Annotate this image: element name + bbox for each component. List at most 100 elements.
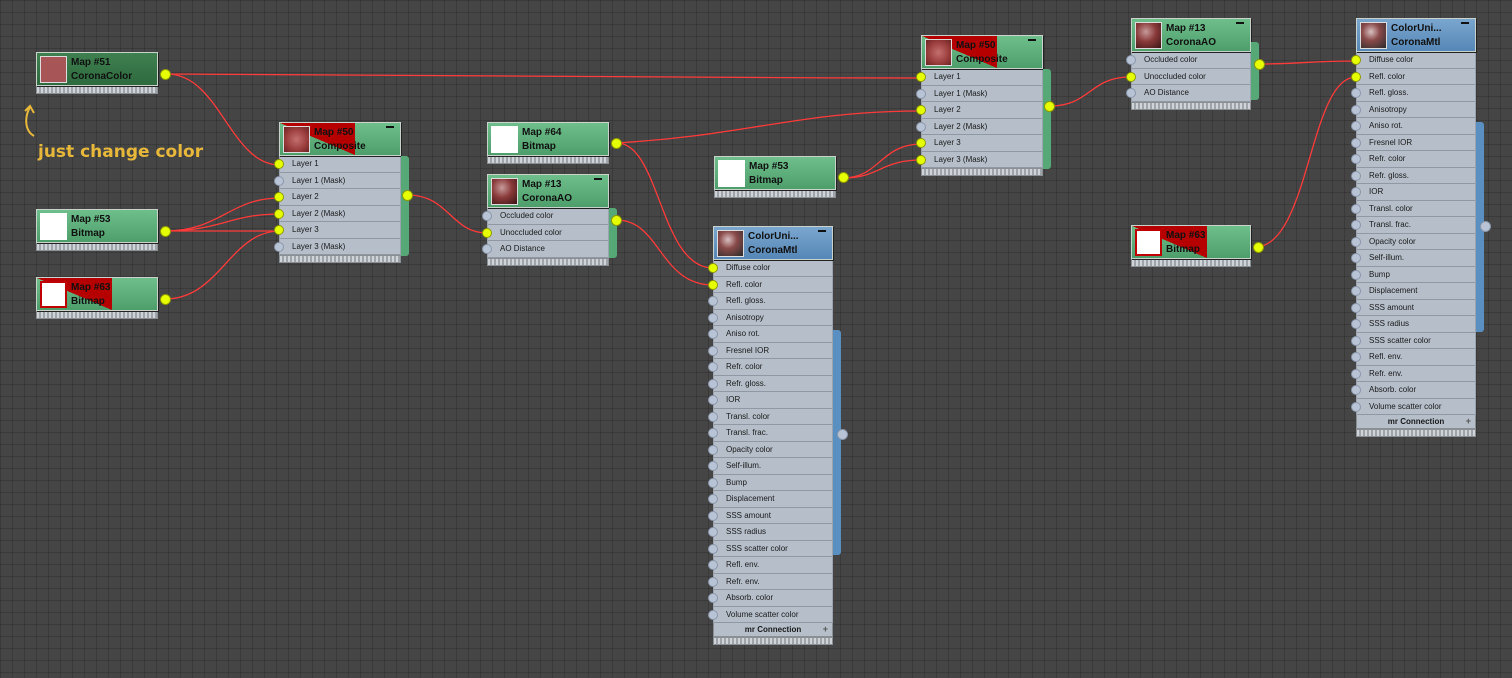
input-slot[interactable]: Absorb. color [1351,382,1475,399]
input-slot[interactable]: Absorb. color [708,590,832,607]
input-port[interactable] [708,428,718,438]
input-slot[interactable]: SSS scatter color [708,541,832,557]
input-slot[interactable]: SSS radius [708,524,832,541]
input-slot[interactable]: Transl. color [708,409,832,425]
input-slot[interactable]: Layer 3 [274,222,400,239]
input-port[interactable] [708,296,718,306]
input-slot[interactable]: IOR [1351,184,1475,201]
input-port[interactable] [1351,220,1361,230]
expand-plus-icon[interactable]: + [823,623,828,636]
input-slot[interactable]: Refl. gloss. [708,293,832,310]
input-slot[interactable]: Bump [708,475,832,491]
node-header[interactable]: Map #63 Bitmap [36,277,158,311]
node-header[interactable]: Map #63 Bitmap [1131,225,1251,259]
input-slot[interactable]: SSS amount [1351,300,1475,316]
input-port[interactable] [708,411,718,422]
input-slot[interactable]: Displacement [1351,283,1475,300]
output-port[interactable] [837,429,848,440]
input-slot[interactable]: Diffuse color [708,260,832,277]
input-port[interactable] [708,279,718,290]
input-slot[interactable]: Occluded color [1126,52,1250,69]
input-port[interactable] [1351,55,1361,65]
input-port[interactable] [1351,71,1361,82]
input-port[interactable] [482,227,492,238]
mr-connection-footer[interactable]: mr Connection + [1356,415,1476,429]
node-map50-composite[interactable]: Map #50 Composite Layer 1 Layer 1 (Mask)… [274,122,413,263]
output-port[interactable] [611,138,622,149]
node-map50-composite-2[interactable]: Map #50 Composite Layer 1 Layer 1 (Mask)… [916,35,1055,176]
input-slot[interactable]: Anisotropy [1351,102,1475,118]
input-slot[interactable]: Layer 3 (Mask) [274,239,400,255]
input-port[interactable] [708,362,718,372]
node-map64-bitmap[interactable]: Map #64 Bitmap [487,122,622,164]
input-slot[interactable]: Refl. env. [1351,349,1475,366]
input-slot[interactable]: Unoccluded color [1126,69,1250,85]
input-port[interactable] [708,329,718,339]
input-port[interactable] [1351,401,1361,412]
input-port[interactable] [274,208,284,219]
input-port[interactable] [708,543,718,554]
node-header[interactable]: Map #53 Bitmap [36,209,158,243]
input-port[interactable] [916,105,926,115]
input-slot[interactable]: Refr. color [708,359,832,376]
input-slot[interactable]: SSS amount [708,508,832,524]
input-port[interactable] [1351,104,1361,115]
input-slot[interactable]: Volume scatter color [1351,399,1475,415]
input-slot[interactable]: Layer 3 [916,135,1042,152]
input-port[interactable] [482,244,492,254]
input-port[interactable] [916,72,926,82]
input-port[interactable] [274,192,284,202]
input-port[interactable] [708,444,718,455]
output-port[interactable] [160,226,171,237]
input-slot[interactable]: Refl. color [708,277,832,293]
minimize-icon[interactable] [1461,22,1469,24]
input-slot[interactable]: AO Distance [482,241,608,258]
input-slot[interactable]: Diffuse color [1351,52,1475,69]
input-port[interactable] [708,609,718,620]
input-port[interactable] [274,225,284,235]
node-header[interactable]: Map #13 CoronaAO [487,174,609,208]
mr-connection-footer[interactable]: mr Connection + [713,623,833,637]
input-port[interactable] [1351,236,1361,247]
input-slot[interactable]: Layer 2 [274,189,400,206]
node-coronamtl[interactable]: ColorUni... CoronaMtl Diffuse color Refl… [708,226,848,645]
input-port[interactable] [708,461,718,471]
input-port[interactable] [1351,121,1361,131]
input-port[interactable] [1351,154,1361,164]
input-port[interactable] [916,138,926,148]
node-header[interactable]: ColorUni... CoronaMtl [1356,18,1476,52]
input-port[interactable] [274,159,284,169]
input-slot[interactable]: Displacement [708,491,832,508]
input-port[interactable] [1351,302,1361,313]
input-slot[interactable]: Volume scatter color [708,607,832,623]
input-port[interactable] [916,154,926,165]
input-slot[interactable]: Aniso rot. [708,326,832,343]
output-port[interactable] [1480,221,1491,232]
input-slot[interactable]: Layer 1 [916,69,1042,86]
input-port[interactable] [708,395,718,405]
minimize-icon[interactable] [386,126,394,128]
input-port[interactable] [1351,88,1361,98]
node-header[interactable]: Map #64 Bitmap [487,122,609,156]
minimize-icon[interactable] [1236,22,1244,24]
input-port[interactable] [1351,352,1361,362]
input-slot[interactable]: Layer 1 [274,156,400,173]
input-port[interactable] [1351,253,1361,263]
input-port[interactable] [274,175,284,186]
input-slot[interactable]: Layer 2 [916,102,1042,119]
output-port[interactable] [1044,101,1055,112]
input-slot[interactable]: Opacity color [1351,234,1475,250]
input-slot[interactable]: SSS radius [1351,316,1475,333]
input-slot[interactable]: SSS scatter color [1351,333,1475,349]
node-header[interactable]: Map #50 Composite [279,122,401,156]
input-port[interactable] [1126,71,1136,82]
node-coronamtl-2[interactable]: ColorUni... CoronaMtl Diffuse color Refl… [1351,18,1491,437]
node-header[interactable]: Map #13 CoronaAO [1131,18,1251,52]
input-slot[interactable]: Layer 2 (Mask) [916,119,1042,135]
input-slot[interactable]: Anisotropy [708,310,832,326]
input-slot[interactable]: Unoccluded color [482,225,608,241]
input-slot[interactable]: Refr. env. [708,574,832,590]
input-slot[interactable]: Refl. gloss. [1351,85,1475,102]
input-slot[interactable]: Occluded color [482,208,608,225]
input-slot[interactable]: Fresnel IOR [1351,135,1475,151]
